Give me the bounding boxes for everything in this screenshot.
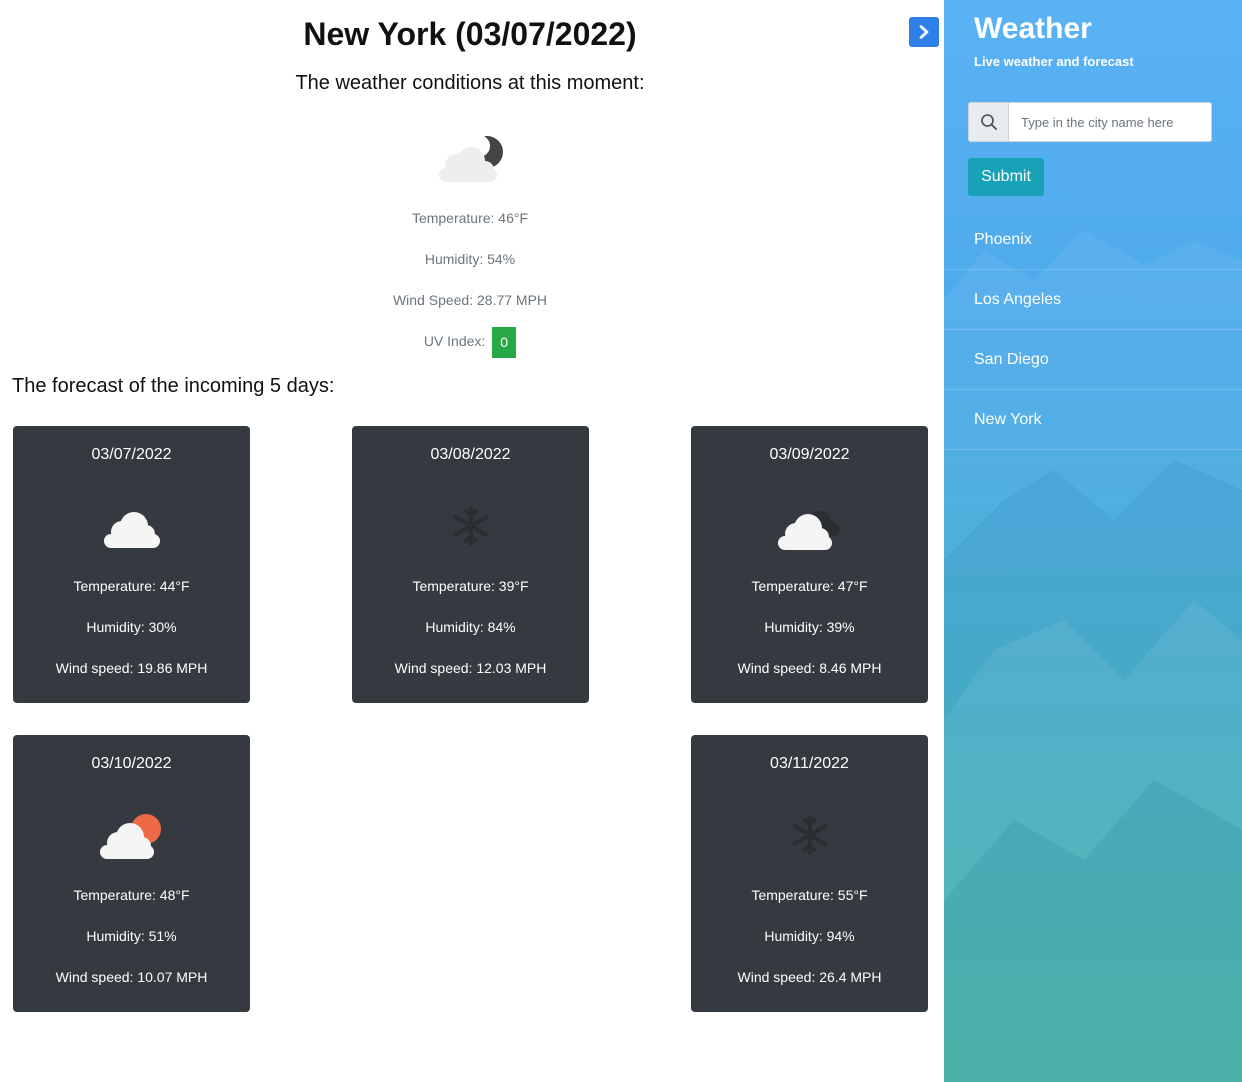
forecast-card: 03/11/2022 Temperature: 55°F Humidity: 9… bbox=[691, 735, 928, 1012]
sidebar-title: Weather bbox=[974, 12, 1092, 45]
forecast-temperature: Temperature: 44°F bbox=[73, 578, 190, 594]
cloud-night-icon bbox=[439, 135, 503, 182]
forecast-date: 03/08/2022 bbox=[430, 446, 511, 463]
current-subtitle: The weather conditions at this moment: bbox=[295, 72, 645, 94]
forecast-humidity: Humidity: 84% bbox=[425, 619, 516, 635]
uv-index-badge: 0 bbox=[492, 327, 517, 358]
history-item-los-angeles[interactable]: Los Angeles bbox=[944, 270, 1242, 330]
forecast-card: 03/07/2022 Temperature: 44°F Humidity: 3… bbox=[13, 426, 250, 703]
history-item-phoenix[interactable]: Phoenix bbox=[944, 210, 1242, 270]
forecast-temperature: Temperature: 47°F bbox=[751, 578, 868, 594]
search-icon bbox=[969, 103, 1009, 141]
forecast-card: 03/09/2022 Temperature: 47°F Humidity: 3… bbox=[691, 426, 928, 703]
snowflake-icon bbox=[452, 506, 489, 546]
forecast-temperature: Temperature: 39°F bbox=[412, 578, 529, 594]
forecast-wind-speed: Wind speed: 19.86 MPH bbox=[55, 660, 208, 676]
history-item-new-york[interactable]: New York bbox=[944, 390, 1242, 450]
current-humidity: Humidity: 54% bbox=[424, 251, 516, 267]
forecast-card: 03/10/2022 Temperature: 48°F Humidity: 5… bbox=[13, 735, 250, 1012]
search-group bbox=[968, 102, 1212, 142]
forecast-humidity: Humidity: 94% bbox=[764, 928, 855, 944]
page-title: New York (03/07/2022) bbox=[303, 16, 637, 52]
snowflake-icon bbox=[791, 815, 828, 855]
search-history-list: Phoenix Los Angeles San Diego New York bbox=[944, 210, 1242, 450]
uv-index-row: UV Index: 0 bbox=[0, 327, 940, 358]
forecast-wind-speed: Wind speed: 10.07 MPH bbox=[55, 969, 208, 985]
uv-index-label: UV Index: bbox=[423, 333, 486, 350]
cloudy-icon bbox=[777, 511, 840, 550]
forecast-temperature: Temperature: 55°F bbox=[751, 887, 868, 903]
forecast-humidity: Humidity: 39% bbox=[764, 619, 855, 635]
history-item-san-diego[interactable]: San Diego bbox=[944, 330, 1242, 390]
forecast-wind-speed: Wind speed: 26.4 MPH bbox=[737, 969, 882, 985]
forecast-card: 03/08/2022 Temperature: 39°F Humidity: 8… bbox=[352, 426, 589, 703]
sidebar-toggle-button[interactable] bbox=[909, 17, 939, 47]
forecast-date: 03/11/2022 bbox=[770, 755, 849, 772]
forecast-date: 03/10/2022 bbox=[91, 755, 172, 772]
forecast-date: 03/07/2022 bbox=[91, 446, 172, 463]
forecast-wind-speed: Wind speed: 12.03 MPH bbox=[394, 660, 547, 676]
partly-sunny-icon bbox=[99, 814, 161, 859]
forecast-humidity: Humidity: 30% bbox=[86, 619, 177, 635]
main-content: New York (03/07/2022) The weather condit… bbox=[0, 0, 944, 1082]
submit-button[interactable]: Submit bbox=[968, 158, 1044, 196]
forecast-temperature: Temperature: 48°F bbox=[73, 887, 190, 903]
cloud-icon bbox=[103, 512, 160, 548]
current-wind-speed: Wind Speed: 28.77 MPH bbox=[392, 292, 548, 308]
sidebar-subtitle: Live weather and forecast bbox=[974, 54, 1134, 69]
forecast-title: The forecast of the incoming 5 days: bbox=[12, 375, 335, 397]
forecast-wind-speed: Wind speed: 8.46 MPH bbox=[737, 660, 882, 676]
forecast-humidity: Humidity: 51% bbox=[86, 928, 177, 944]
current-temperature: Temperature: 46°F bbox=[411, 210, 529, 226]
forecast-date: 03/09/2022 bbox=[769, 446, 850, 463]
chevron-right-icon bbox=[919, 25, 929, 39]
sidebar: Weather Live weather and forecast Submit… bbox=[944, 0, 1242, 1082]
city-search-input[interactable] bbox=[1009, 103, 1211, 141]
